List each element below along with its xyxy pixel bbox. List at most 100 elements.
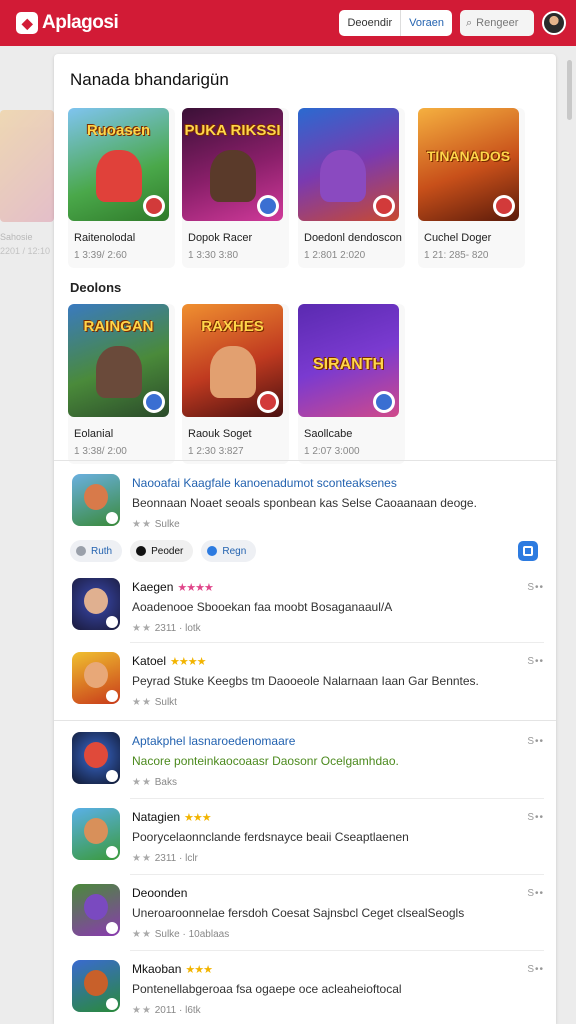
section-divider	[54, 720, 556, 721]
app-icon	[72, 732, 120, 784]
chip-peoder[interactable]: Peoder	[130, 540, 194, 562]
game-tile[interactable]: RAINGAN Eolanial 1 3:38/ 2:00	[68, 304, 175, 464]
tile-name: Doedonl dendoscon	[304, 232, 402, 244]
game-tile[interactable]: Ruoasen Raitenolodal 1 3:39/ 2:60	[68, 108, 175, 268]
tile-badge-icon	[373, 391, 395, 413]
user-avatar[interactable]	[542, 11, 566, 35]
promo-meta: ★★ Sulke	[132, 519, 180, 530]
search-icon: ⌕	[466, 16, 473, 29]
character-figure	[210, 150, 256, 202]
chip-ruth[interactable]: Ruth	[70, 540, 123, 562]
list-item-description: Aoadenooe Sbooekan faa moobt Bosaganaaul…	[132, 600, 393, 614]
more-options-icon[interactable]: S••	[527, 656, 544, 667]
character-figure	[96, 346, 142, 398]
more-options-icon[interactable]: S••	[527, 964, 544, 975]
tile-name: Dopok Racer	[188, 232, 253, 244]
background-panel-title: Sahosie	[0, 232, 33, 242]
chip-dot-icon	[136, 546, 147, 556]
more-options-icon[interactable]: S••	[527, 812, 544, 823]
app-icon	[72, 884, 120, 936]
game-tile-art: PUKA RIKSSI	[182, 108, 283, 221]
search-placeholder: Rengeer	[476, 17, 519, 29]
more-options-icon[interactable]: S••	[527, 736, 544, 747]
chip-dot-icon	[76, 546, 86, 556]
tile-name: Raouk Soget	[188, 428, 252, 440]
header-button-group: Deoendir Voraen	[339, 10, 452, 36]
game-tile-art: RAXHES	[182, 304, 283, 417]
row-divider	[130, 950, 544, 951]
tile-meta: 1 3:38/ 2:00	[74, 446, 127, 457]
list-item[interactable]: Kaegen ★★★★ Aoadenooe Sbooekan faa moobt …	[70, 578, 544, 640]
game-tile-art: SIRANTH	[298, 304, 399, 417]
section-divider	[54, 460, 556, 461]
list-item[interactable]: Natagien ★★★ Poorycelaonnclande ferdsnayc…	[70, 808, 544, 870]
header-left-button[interactable]: Deoendir	[339, 10, 400, 36]
list-item[interactable]: Katoel ★★★★ Peyrad Stuke Keegbs tm Daooeo…	[70, 652, 544, 714]
section-title-featured: Nanada bhandarigün	[70, 70, 229, 89]
character-figure	[320, 150, 366, 202]
grid-icon	[523, 546, 533, 556]
game-tile-art: RAINGAN	[68, 304, 169, 417]
list-item-meta: ★★ Sulkt	[132, 697, 177, 708]
list-item-description: Poorycelaonnclande ferdsnayce beaii Csea…	[132, 830, 409, 844]
list-item-title: Mkaoban ★★★	[132, 962, 213, 976]
list-item-title: Kaegen ★★★★	[132, 580, 214, 594]
list-item[interactable]: Mkaoban ★★★ Pontenellabgeroaa fsa ogaepe …	[70, 960, 544, 1022]
list-item-description: Peyrad Stuke Keegbs tm Daooeole Nalarnaa…	[132, 674, 479, 688]
row-divider	[130, 798, 544, 799]
app-icon	[72, 578, 120, 630]
list-item-meta: ★★ 2011 · l6tk	[132, 1005, 201, 1016]
promo-app-icon	[72, 474, 120, 526]
app-icon	[72, 652, 120, 704]
tile-meta: 1 2:07 3:000	[304, 446, 360, 457]
list-item-description: Uneroaroonnelae fersdoh Coesat Sajnsbcl …	[132, 906, 465, 920]
chip-dot-icon	[207, 546, 218, 556]
tile-name: Eolanial	[74, 428, 114, 440]
list-item-title: Katoel ★★★★	[132, 654, 206, 668]
scrollbar-thumb[interactable]	[567, 60, 572, 120]
tile-badge-icon	[257, 391, 279, 413]
tile-name: Raitenolodal	[74, 232, 136, 244]
tile-meta: 1 3:30 3:80	[188, 250, 239, 261]
tile-meta: 1 21: 285- 820	[424, 250, 489, 261]
list-item[interactable]: Aptakphel lasnaroedenomaare Nacore ponte…	[70, 732, 544, 794]
header-right-button[interactable]: Voraen	[400, 10, 452, 36]
top-app-bar: ◆ Aplagosi Deoendir Voraen ⌕ Rengeer	[0, 0, 576, 46]
list-item[interactable]: Deoonden Uneroaroonnelae fersdoh Coesat …	[70, 884, 544, 946]
logo-text: Aplagosi	[42, 12, 119, 33]
list-item-title[interactable]: Aptakphel lasnaroedenomaare	[132, 734, 295, 748]
tile-meta: 1 3:39/ 2:60	[74, 250, 127, 261]
section-title-second: Deolons	[70, 280, 122, 295]
game-tile-art: Ruoasen	[68, 108, 169, 221]
game-tile[interactable]: TINANADOS Cuchel Doger 1 21: 285- 820	[418, 108, 525, 268]
tile-meta: 1 2:30 3:827	[188, 446, 244, 457]
more-options-icon[interactable]: S••	[527, 888, 544, 899]
character-figure	[210, 346, 256, 398]
art-title: TINANADOS	[426, 148, 511, 164]
app-icon	[72, 808, 120, 860]
game-tile[interactable]: SIRANTH Saollcabe 1 2:07 3:000	[298, 304, 405, 464]
background-panel-meta: 2201 / 12:10	[0, 246, 51, 256]
promo-item[interactable]: Naooafai Kaagfale kanoenadumot sconteaks…	[70, 474, 544, 536]
more-options-icon[interactable]: S••	[527, 582, 544, 593]
tile-badge-icon	[143, 391, 165, 413]
grid-view-button[interactable]	[518, 541, 538, 561]
promo-title[interactable]: Naooafai Kaagfale kanoenadumot sconteaks…	[132, 476, 397, 490]
list-item-meta: ★★ 2311 · lotk	[132, 623, 201, 634]
background-panel: Sahosie 2201 / 12:10	[0, 110, 54, 260]
art-title: SIRANTH	[312, 356, 385, 373]
game-tile[interactable]: Doedonl dendoscon 1 2:801 2:020	[298, 108, 405, 268]
art-title: PUKA RIKSSI	[184, 122, 281, 139]
search-input[interactable]: ⌕ Rengeer	[460, 10, 534, 36]
filter-chip-row: Ruth Peoder Regn	[70, 540, 257, 562]
tile-badge-icon	[257, 195, 279, 217]
main-card: Nanada bhandarigün Ruoasen Raitenolodal …	[54, 54, 556, 1024]
app-logo[interactable]: ◆ Aplagosi	[16, 12, 119, 34]
chip-regn[interactable]: Regn	[201, 540, 257, 562]
game-tile[interactable]: RAXHES Raouk Soget 1 2:30 3:827	[182, 304, 289, 464]
list-item-description: Pontenellabgeroaa fsa ogaepe oce acleahe…	[132, 982, 402, 996]
game-tile[interactable]: PUKA RIKSSI Dopok Racer 1 3:30 3:80	[182, 108, 289, 268]
list-item-title: Deoonden	[132, 886, 188, 900]
tile-meta: 1 2:801 2:020	[304, 250, 366, 261]
row-divider	[130, 642, 544, 643]
